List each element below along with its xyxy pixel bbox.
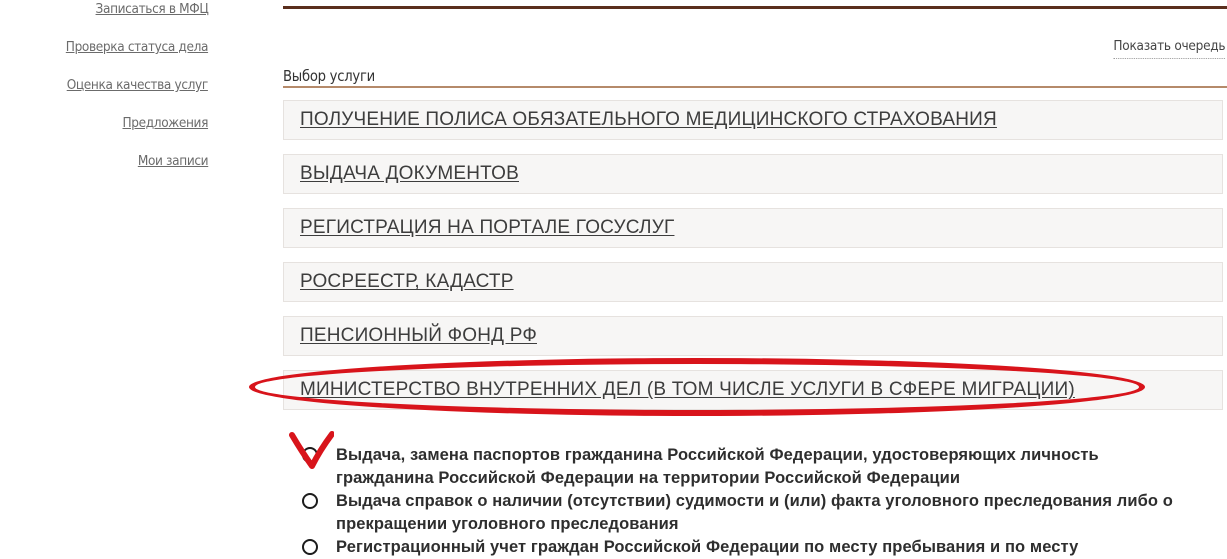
service-item-oms[interactable]: ПОЛУЧЕНИЕ ПОЛИСА ОБЯЗАТЕЛЬНОГО МЕДИЦИНСК…	[283, 100, 1223, 140]
sidebar-item-sign-up[interactable]: Записаться в МФЦ	[95, 1, 208, 17]
sub-option-label: Выдача, замена паспортов гражданина Росс…	[336, 446, 1099, 487]
service-item-rosreestr[interactable]: РОСРЕЕСТР, КАДАСТР	[283, 262, 1223, 302]
section-title: Выбор услуги	[283, 67, 375, 85]
service-item-documents[interactable]: ВЫДАЧА ДОКУМЕНТОВ	[283, 154, 1223, 194]
service-label[interactable]: ВЫДАЧА ДОКУМЕНТОВ	[300, 163, 519, 185]
service-label[interactable]: ПОЛУЧЕНИЕ ПОЛИСА ОБЯЗАТЕЛЬНОГО МЕДИЦИНСК…	[300, 109, 997, 131]
sidebar-item-suggestions[interactable]: Предложения	[122, 115, 208, 131]
service-item-gosuslugi[interactable]: РЕГИСТРАЦИЯ НА ПОРТАЛЕ ГОСУСЛУГ	[283, 208, 1223, 248]
sidebar-item-case-status[interactable]: Проверка статуса дела	[66, 39, 209, 55]
show-queue-link[interactable]: Показать очередь	[1113, 38, 1225, 59]
service-label[interactable]: МИНИСТЕРСТВО ВНУТРЕННИХ ДЕЛ (В ТОМ ЧИСЛЕ…	[300, 379, 1075, 401]
radio-button[interactable]	[302, 493, 318, 509]
service-label[interactable]: РЕГИСТРАЦИЯ НА ПОРТАЛЕ ГОСУСЛУГ	[300, 217, 674, 239]
top-divider	[283, 6, 1227, 9]
section-divider	[283, 86, 1227, 88]
service-item-pension-fund[interactable]: ПЕНСИОННЫЙ ФОНД РФ	[283, 316, 1223, 356]
service-item-mvd[interactable]: МИНИСТЕРСТВО ВНУТРЕННИХ ДЕЛ (В ТОМ ЧИСЛЕ…	[283, 370, 1223, 410]
sidebar-item-service-rating[interactable]: Оценка качества услуг	[67, 77, 209, 93]
service-label[interactable]: ПЕНСИОННЫЙ ФОНД РФ	[300, 325, 537, 347]
radio-button[interactable]	[302, 447, 318, 463]
radio-button[interactable]	[302, 539, 318, 555]
service-label[interactable]: РОСРЕЕСТР, КАДАСТР	[300, 271, 514, 293]
sub-option-label: Регистрационный учет граждан Российской …	[336, 538, 1079, 556]
sub-option-label: Выдача справок о наличии (отсутствии) су…	[336, 492, 1173, 533]
sidebar-item-my-appointments[interactable]: Мои записи	[138, 153, 209, 169]
